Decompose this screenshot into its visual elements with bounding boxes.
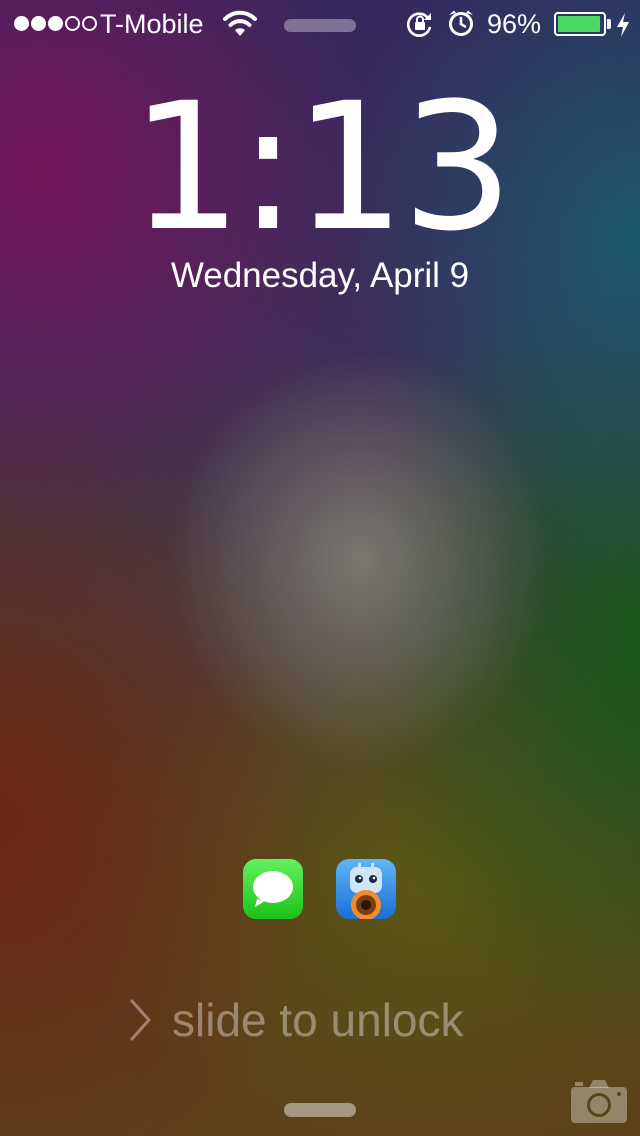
- status-bar: T-Mobile 96%: [0, 0, 640, 48]
- signal-strength: [14, 16, 97, 32]
- signal-dot: [82, 16, 97, 31]
- signal-dot: [14, 16, 29, 31]
- lock-screen-date: Wednesday, April 9: [170, 256, 470, 295]
- signal-dot: [65, 16, 80, 31]
- tweetbot-app-icon[interactable]: [336, 859, 396, 919]
- signal-dot: [48, 16, 63, 31]
- tweetbot-icon: [350, 863, 382, 919]
- battery-percentage: 96%: [487, 9, 542, 39]
- slide-to-unlock[interactable]: slide to unlock: [0, 992, 640, 1052]
- carrier-name: T-Mobile: [100, 9, 204, 39]
- rotation-lock-icon: [406, 12, 432, 37]
- camera-icon[interactable]: [571, 1079, 627, 1123]
- chevron-right-icon: [129, 998, 152, 1042]
- signal-dot: [31, 16, 46, 31]
- messages-app-icon[interactable]: [243, 859, 303, 919]
- slide-to-unlock-label: slide to unlock: [172, 994, 464, 1046]
- battery-tip: [607, 19, 611, 29]
- control-center-grabber[interactable]: [284, 1103, 356, 1117]
- wifi-icon: [223, 10, 257, 36]
- lock-screen-time: 1:13: [130, 65, 513, 270]
- charging-bolt-icon: [617, 13, 629, 37]
- battery-level-fill: [558, 16, 600, 32]
- battery-icon: [554, 12, 606, 36]
- alarm-clock-icon: [449, 10, 473, 36]
- notification-center-grabber[interactable]: [284, 19, 356, 32]
- messages-icon: [253, 871, 293, 907]
